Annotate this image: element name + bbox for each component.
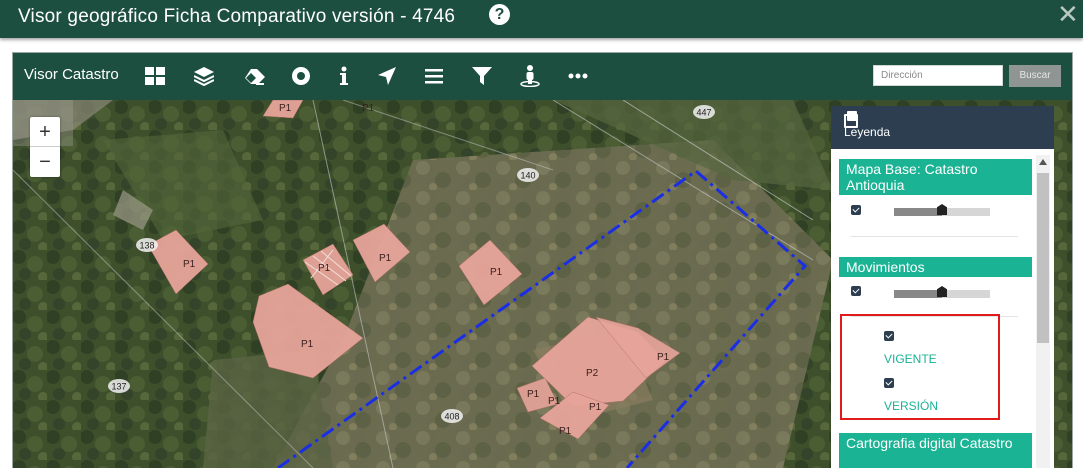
legend-section-cartografia[interactable]: Cartografia digital Catastro xyxy=(839,433,1032,468)
search-button[interactable]: Buscar xyxy=(1009,65,1061,87)
legend-section-basemap[interactable]: Mapa Base: Catastro Antioquia xyxy=(839,159,1032,195)
filter-icon[interactable] xyxy=(470,64,494,88)
layers-icon[interactable] xyxy=(192,64,216,88)
basemap-checkbox[interactable] xyxy=(851,205,861,215)
legend-header: Leyenda xyxy=(831,106,1054,149)
building-label: P1 xyxy=(362,103,375,114)
parcel-number-label: 138 xyxy=(136,238,158,252)
address-search-input[interactable] xyxy=(873,65,1003,86)
vigente-label: VIGENTE xyxy=(884,352,937,366)
map-toolbar: Visor Catastro Busc xyxy=(13,53,1072,100)
basemap-gallery-icon[interactable] xyxy=(143,64,167,88)
building-label: P1 xyxy=(589,402,602,413)
question-circle-icon[interactable]: ? xyxy=(489,4,510,25)
svg-text:408: 408 xyxy=(444,412,459,422)
more-icon[interactable] xyxy=(566,64,590,88)
legend-title: Leyenda xyxy=(844,125,891,139)
movimientos-checkbox[interactable] xyxy=(851,286,861,296)
building-label: P1 xyxy=(559,426,572,437)
window-title: Visor geográfico Ficha Comparativo versi… xyxy=(18,6,456,27)
legend-divider xyxy=(851,236,1018,237)
info-icon[interactable] xyxy=(332,64,356,88)
basemap-opacity-slider[interactable] xyxy=(894,204,990,216)
building-label: P1 xyxy=(527,389,540,400)
street-view-icon[interactable] xyxy=(518,64,542,88)
building-label: P1 xyxy=(379,253,392,264)
list-icon[interactable] xyxy=(422,64,446,88)
legend-panel: Leyenda Mapa Base: Catastro Antioquia Mo… xyxy=(831,106,1054,468)
locate-arrow-icon[interactable] xyxy=(375,64,399,88)
legend-section-movimientos[interactable]: Movimientos xyxy=(839,257,1032,277)
parcel-number-label: 140 xyxy=(517,168,539,182)
viewer-frame: Visor Catastro Busc xyxy=(12,52,1073,468)
version-label: VERSIÓN xyxy=(884,399,939,413)
record-icon[interactable] xyxy=(289,64,313,88)
building-label: P1 xyxy=(318,263,331,274)
scroll-thumb[interactable] xyxy=(1037,173,1049,343)
zoom-in-button[interactable]: + xyxy=(30,117,60,147)
zoom-control: + − xyxy=(30,117,60,177)
window-titlebar: Visor geográfico Ficha Comparativo versi… xyxy=(0,0,1083,38)
building-label: P1 xyxy=(657,352,670,363)
building-label: P1 xyxy=(301,339,314,350)
building-label: P1 xyxy=(279,103,292,114)
svg-text:138: 138 xyxy=(139,241,154,251)
svg-text:447: 447 xyxy=(696,108,711,118)
svg-text:137: 137 xyxy=(111,382,126,392)
building-label: P1 xyxy=(490,267,503,278)
legend-scrollbar[interactable] xyxy=(1036,155,1050,468)
scroll-up-icon[interactable] xyxy=(1039,159,1047,165)
vigente-checkbox[interactable] xyxy=(884,331,894,341)
viewer-brand: Visor Catastro xyxy=(24,66,119,83)
version-checkbox[interactable] xyxy=(884,378,894,388)
eraser-icon[interactable] xyxy=(242,64,266,88)
svg-text:140: 140 xyxy=(520,171,535,181)
map-view[interactable]: 447 140 138 137 408 P1 P1 P1 P1 P1 P1 P1 P2 P1 P1 P1 P1 P… xyxy=(13,100,1072,468)
parcel-number-label: 137 xyxy=(108,379,130,393)
close-icon[interactable]: ✕ xyxy=(1057,0,1079,28)
building-label: P2 xyxy=(586,368,599,379)
movimientos-opacity-slider[interactable] xyxy=(894,286,990,298)
building-label: P1 xyxy=(183,259,196,270)
zoom-out-button[interactable]: − xyxy=(30,147,60,177)
parcel-number-label: 447 xyxy=(693,105,715,119)
building-label: P1 xyxy=(548,396,561,407)
parcel-number-label: 408 xyxy=(441,409,463,423)
